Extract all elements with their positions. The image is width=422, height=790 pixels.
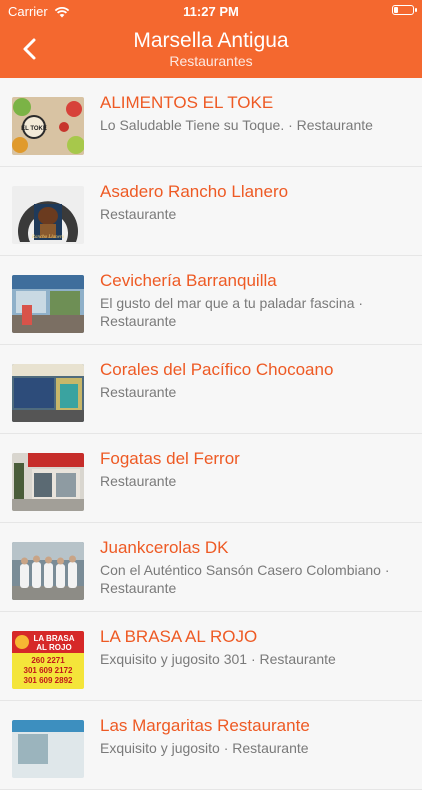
restaurant-description: Con el Auténtico Sansón Casero Colombian… bbox=[100, 562, 390, 596]
restaurant-name: Asadero Rancho Llanero bbox=[100, 182, 289, 201]
status-time: 11:27 PM bbox=[183, 4, 239, 19]
restaurant-thumbnail bbox=[12, 364, 84, 422]
thumb-logo-text: EL TOKE bbox=[21, 126, 47, 132]
list-item[interactable]: Rancho Llanero Asadero Rancho Llanero Re… bbox=[0, 167, 422, 256]
list-item[interactable]: LA BRASA AL ROJO 260 2271 301 609 2172 3… bbox=[0, 612, 422, 701]
restaurant-thumbnail bbox=[12, 720, 84, 778]
thumb-logo-text: Rancho Llanero bbox=[31, 235, 65, 240]
restaurant-description: Exquisito y jugosito 301 · Restaurante bbox=[100, 651, 336, 667]
page-subtitle: Restaurantes bbox=[169, 53, 253, 69]
restaurant-thumbnail bbox=[12, 453, 84, 511]
thumb-phone-3: 301 609 2892 bbox=[24, 676, 73, 685]
restaurant-description: Restaurante bbox=[100, 384, 177, 400]
list-item[interactable]: Las Margaritas Restaurante Exquisito y j… bbox=[0, 701, 422, 790]
restaurant-name: LA BRASA AL ROJO bbox=[100, 627, 258, 646]
restaurant-description: El gusto del mar que a tu paladar fascin… bbox=[100, 295, 364, 329]
restaurant-name: Las Margaritas Restaurante bbox=[100, 716, 310, 735]
battery-icon bbox=[392, 5, 417, 15]
restaurant-name: ALIMENTOS EL TOKE bbox=[100, 93, 274, 112]
thumb-logo-line1: LA BRASA bbox=[33, 634, 74, 643]
thumb-logo-line2: AL ROJO bbox=[36, 643, 71, 652]
list-item[interactable]: EL TOKE ALIMENTOS EL TOKE Lo Saludable T… bbox=[0, 78, 422, 167]
status-bar: Carrier 11:27 PM bbox=[0, 0, 422, 22]
restaurant-description: Exquisito y jugosito · Restaurante bbox=[100, 740, 309, 756]
restaurant-thumbnail bbox=[12, 275, 84, 333]
thumb-phone-2: 301 609 2172 bbox=[24, 666, 73, 675]
restaurant-description: Restaurante bbox=[100, 473, 177, 489]
thumb-phone-1: 260 2271 bbox=[31, 656, 65, 665]
restaurant-name: Fogatas del Ferror bbox=[100, 449, 240, 468]
restaurant-thumbnail: EL TOKE bbox=[12, 97, 84, 155]
list-item[interactable]: Cevichería Barranquilla El gusto del mar… bbox=[0, 256, 422, 345]
restaurant-description: Lo Saludable Tiene su Toque. · Restauran… bbox=[100, 117, 373, 133]
restaurant-thumbnail: LA BRASA AL ROJO 260 2271 301 609 2172 3… bbox=[12, 631, 84, 689]
restaurant-name: Cevichería Barranquilla bbox=[100, 271, 277, 290]
page-title: Marsella Antigua bbox=[133, 29, 289, 52]
list-item[interactable]: Corales del Pacífico Chocoano Restaurant… bbox=[0, 345, 422, 434]
restaurant-list: EL TOKE ALIMENTOS EL TOKE Lo Saludable T… bbox=[0, 78, 422, 790]
header-titles: Marsella Antigua Restaurantes bbox=[0, 29, 422, 70]
restaurant-thumbnail bbox=[12, 542, 84, 600]
restaurant-thumbnail: Rancho Llanero bbox=[12, 186, 84, 244]
list-item[interactable]: Fogatas del Ferror Restaurante bbox=[0, 434, 422, 523]
nav-header: Carrier 11:27 PM Marsella Antigua Restau… bbox=[0, 0, 422, 78]
restaurant-name: Corales del Pacífico Chocoano bbox=[100, 360, 334, 379]
restaurant-description: Restaurante bbox=[100, 206, 177, 222]
restaurant-name: Juankcerolas DK bbox=[100, 538, 229, 557]
list-item[interactable]: Juankcerolas DK Con el Auténtico Sansón … bbox=[0, 523, 422, 612]
